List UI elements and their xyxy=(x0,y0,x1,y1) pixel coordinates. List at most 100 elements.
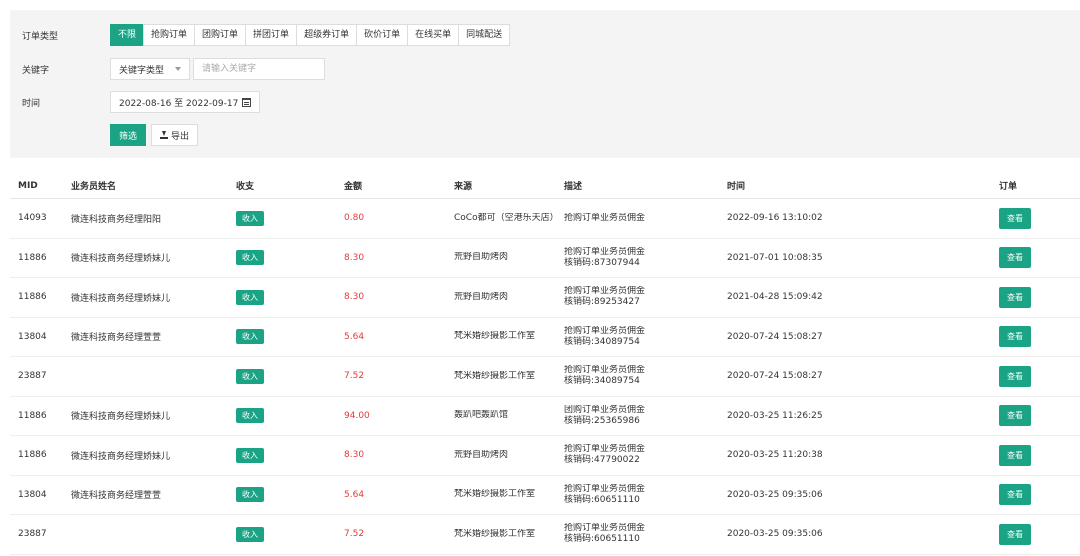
download-icon xyxy=(160,131,169,139)
commission-table: MID 业务员姓名 收支 金额 来源 描述 时间 订单 14093 微连科技商务经… xyxy=(10,173,1080,555)
cell-order: 查看 xyxy=(991,286,1080,308)
desc-line-2: 核销码:60651110 xyxy=(564,494,640,505)
table-row: 23887 收入 7.52 梵米婚纱摄影工作室 抢购订单业务员佣金 核销码:6065111… xyxy=(10,515,1080,555)
cell-type: 收入 xyxy=(228,250,336,266)
cell-desc: 抢购订单业务员佣金 核销码:47790022 xyxy=(556,444,719,466)
keyword-input[interactable] xyxy=(193,58,325,80)
action-row: 筛选 导出 xyxy=(10,124,199,146)
cell-mid: 13804 xyxy=(18,489,47,500)
header-desc: 描述 xyxy=(564,182,583,192)
calendar-icon xyxy=(242,97,252,107)
cell-time: 2022-09-16 13:10:02 xyxy=(727,213,823,224)
desc-line-1: 团购订单业务员佣金 xyxy=(564,404,646,415)
cell-amount: 94.00 xyxy=(344,410,370,421)
view-order-button[interactable]: 查看 xyxy=(999,444,1031,466)
cell-mid: 23887 xyxy=(18,529,47,540)
header-time: 时间 xyxy=(727,182,746,192)
cell-amount: 5.64 xyxy=(344,331,365,342)
desc-line-1: 抢购订单业务员佣金 xyxy=(564,483,646,494)
view-order-button[interactable]: 查看 xyxy=(999,207,1031,229)
cell-name: 微连科技商务经理阳阳 xyxy=(71,214,162,225)
export-button[interactable]: 导出 xyxy=(151,124,199,146)
order-type-group[interactable]: 团购订单 xyxy=(194,24,247,46)
header-source: 来源 xyxy=(454,182,473,192)
desc-line-2: 核销码:47790022 xyxy=(564,455,640,466)
cell-desc: 抢购订单业务员佣金 核销码:89253427 xyxy=(556,286,719,308)
cell-source: 梵米婚纱摄影工作室 xyxy=(454,489,536,500)
order-type-pintuan[interactable]: 拼团订单 xyxy=(245,24,298,46)
cell-mid: 11886 xyxy=(18,450,47,461)
cell-mid: 23887 xyxy=(18,371,47,382)
view-order-button[interactable]: 查看 xyxy=(999,286,1031,308)
table-row: 11886 微连科技商务经理娇妹儿 收入 8.30 荒野自助烤肉 抢购订单业务员佣金 核销码… xyxy=(10,436,1080,476)
cell-time: 2020-03-25 09:35:06 xyxy=(727,489,823,500)
order-type-flash[interactable]: 抢购订单 xyxy=(143,24,196,46)
date-range-picker[interactable]: 2022-08-16 至 2022-09-17 xyxy=(110,91,261,113)
cell-mid: 11886 xyxy=(18,252,47,263)
cell-source: 荒野自助烤肉 xyxy=(454,252,509,263)
desc-line-1: 抢购订单业务员佣金 xyxy=(564,212,646,223)
table-row: 13804 微连科技商务经理萱萱 收入 5.64 梵米婚纱摄影工作室 抢购订单业务员佣金核… xyxy=(10,318,1080,357)
cell-amount: 8.30 xyxy=(344,450,365,461)
keyword-type-select[interactable]: 关键字类型 xyxy=(110,58,190,80)
cell-name: 微连科技商务经理娇妹儿 xyxy=(71,293,171,304)
cell-name: 微连科技商务经理娇妹儿 xyxy=(71,412,171,423)
view-order-button[interactable]: 查看 xyxy=(999,484,1031,506)
order-type-row: 订单类型 不限 抢购订单 团购订单 拼团订单 超级券订单 砍价订单 在线买单 同… xyxy=(10,24,511,46)
cell-desc: 抢购订单业务员佣金 核销码:60651110 xyxy=(556,523,719,545)
cell-name: 微连科技商务经理萱萱 xyxy=(71,491,162,502)
cell-amount: 0.80 xyxy=(344,213,365,224)
cell-name: 微连科技商务经理萱萱 xyxy=(71,333,162,344)
status-badge: 收入 xyxy=(236,487,264,503)
status-badge: 收入 xyxy=(236,289,264,305)
cell-desc: 抢购订单业务员佣金 核销码:34089754 xyxy=(556,365,719,387)
order-type-buttons: 不限 抢购订单 团购订单 拼团订单 超级券订单 砍价订单 在线买单 同城配送 xyxy=(110,24,511,46)
order-type-bargain[interactable]: 砍价订单 xyxy=(356,24,409,46)
keyword-label: 关键字 xyxy=(22,65,50,76)
view-order-button[interactable]: 查看 xyxy=(999,523,1031,545)
view-order-button[interactable]: 查看 xyxy=(999,247,1031,269)
status-badge: 收入 xyxy=(236,250,264,266)
cell-desc: 抢购订单业务员佣金 xyxy=(556,213,719,224)
cell-type: 收入 xyxy=(228,487,336,503)
status-badge: 收入 xyxy=(236,210,264,226)
filter-button[interactable]: 筛选 xyxy=(110,124,147,146)
cell-source: 轰趴吧轰趴馆 xyxy=(454,410,509,421)
table-body: 14093 微连科技商务经理阳阳 收入 0.80 CoCo都可（空港乐天店） 抢购订单业务… xyxy=(10,199,1080,555)
view-order-button[interactable]: 查看 xyxy=(999,365,1031,387)
cell-time: 2020-07-24 15:08:27 xyxy=(727,331,823,342)
cell-source: 梵米婚纱摄影工作室 xyxy=(454,370,536,381)
order-type-all[interactable]: 不限 xyxy=(110,24,145,46)
keyword-type-value: 关键字类型 xyxy=(119,65,165,76)
table-row: 11886 微连科技商务经理娇妹儿 收入 8.30 荒野自助烤肉 抢购订单业务员佣金 核销码… xyxy=(10,239,1080,278)
cell-mid: 11886 xyxy=(18,292,47,303)
status-badge: 收入 xyxy=(236,526,264,542)
cell-mid: 11886 xyxy=(18,410,47,421)
filter-panel: 订单类型 不限 抢购订单 团购订单 拼团订单 超级券订单 砍价订单 在线买单 同… xyxy=(10,10,1080,158)
header-amount: 金额 xyxy=(344,182,363,192)
view-order-button[interactable]: 查看 xyxy=(999,326,1031,348)
desc-line-2: 核销码:87307944 xyxy=(564,257,640,268)
desc-line-1: 抢购订单业务员佣金 xyxy=(564,365,646,376)
cell-time: 2020-03-25 09:35:06 xyxy=(727,529,823,540)
order-type-super-coupon[interactable]: 超级券订单 xyxy=(296,24,358,46)
cell-time: 2021-04-28 15:09:42 xyxy=(727,292,823,303)
cell-source: 荒野自助烤肉 xyxy=(454,449,509,460)
status-badge: 收入 xyxy=(236,447,264,463)
cell-order: 查看 xyxy=(991,405,1080,427)
cell-order: 查看 xyxy=(991,523,1080,545)
order-type-online-pay[interactable]: 在线买单 xyxy=(407,24,460,46)
cell-type: 收入 xyxy=(228,329,336,345)
desc-line-2: 核销码:60651110 xyxy=(564,534,640,545)
header-type: 收支 xyxy=(236,182,255,192)
cell-desc: 抢购订单业务员佣金 核销码:60651110 xyxy=(556,484,719,506)
export-label: 导出 xyxy=(171,131,190,142)
cell-order: 查看 xyxy=(991,484,1080,506)
cell-order: 查看 xyxy=(991,365,1080,387)
desc-line-2: 核销码:25365986 xyxy=(564,415,640,426)
view-order-button[interactable]: 查看 xyxy=(999,405,1031,427)
desc-line-1: 抢购订单业务员佣金 xyxy=(564,523,646,534)
desc-line-1: 抢购订单业务员佣金 xyxy=(564,325,646,336)
desc-line-2: 核销码:34089754 xyxy=(564,376,640,387)
order-type-local-delivery[interactable]: 同城配送 xyxy=(458,24,511,46)
